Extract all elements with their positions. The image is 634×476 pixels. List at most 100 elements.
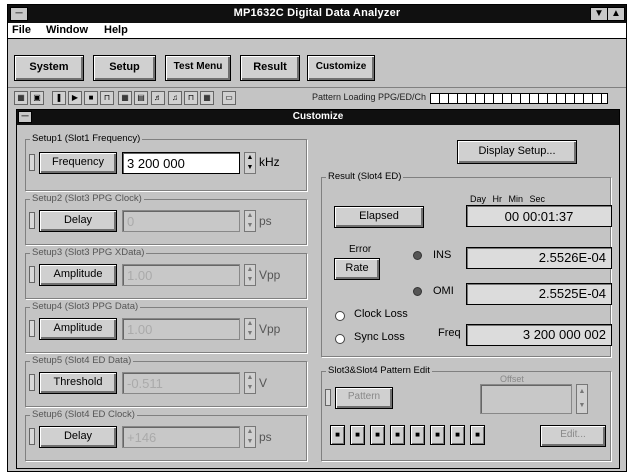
tab-system[interactable]: System xyxy=(14,55,84,81)
time-header: Day Hr Min Sec xyxy=(470,194,546,204)
clock-loss-label: Clock Loss xyxy=(354,308,408,320)
setup1-label: Setup1 (Slot1 Frequency) xyxy=(30,133,143,144)
speaker-icon[interactable]: ♬ xyxy=(151,91,165,105)
result-group: Result (Slot4 ED) Day Hr Min Sec Elapsed… xyxy=(321,171,612,357)
monitor-icon[interactable]: ▭ xyxy=(222,91,236,105)
customize-title-bar: ─ Customize xyxy=(17,110,619,125)
setup3-indicator xyxy=(29,266,35,283)
setup2-spinner[interactable]: ▲ ▼ xyxy=(244,210,256,232)
setup4-unit: Vpp xyxy=(259,322,281,336)
setup4-label: Setup4 (Slot3 PPG Data) xyxy=(30,301,141,312)
loading-progress-bar xyxy=(430,93,608,104)
setup5-value-field[interactable]: -0.511 xyxy=(122,372,240,394)
result-label: Result (Slot4 ED) xyxy=(326,171,404,182)
omi-led xyxy=(413,287,422,296)
setup2-label: Setup2 (Slot3 PPG Clock) xyxy=(30,193,144,204)
setup2-delay-button[interactable]: Delay xyxy=(39,210,117,232)
setup2-unit: ps xyxy=(259,214,272,228)
setup4-spinner[interactable]: ▲ ▼ xyxy=(244,318,256,340)
ins-led xyxy=(413,251,422,260)
clock-loss-indicator xyxy=(335,311,345,321)
pulse-icon[interactable]: ⊓ xyxy=(184,91,198,105)
tab-setup[interactable]: Setup xyxy=(93,55,156,81)
pattern-button[interactable]: Pattern xyxy=(335,387,393,409)
setup6-delay-button[interactable]: Delay xyxy=(39,426,117,448)
setup1-indicator xyxy=(29,154,35,171)
elapsed-button[interactable]: Elapsed xyxy=(334,206,424,228)
customize-title: Customize xyxy=(292,111,344,122)
display-setup-button[interactable]: Display Setup... xyxy=(457,140,577,164)
error-insert-icon[interactable]: ▦ xyxy=(118,91,132,105)
tab-test-menu[interactable]: Test Menu xyxy=(165,55,231,81)
setup5-label: Setup5 (Slot4 ED Data) xyxy=(30,355,134,366)
setup4-group: Setup4 (Slot3 PPG Data) Amplitude 1.00 ▲… xyxy=(25,301,307,353)
setup6-group: Setup6 (Slot4 ED Clock) Delay +146 ▲ ▼ ps xyxy=(25,409,307,461)
setup5-spinner[interactable]: ▲ ▼ xyxy=(244,372,256,394)
minimize-icon[interactable]: ▼ xyxy=(590,7,608,21)
edit-button[interactable]: Edit... xyxy=(540,425,606,447)
customize-window: ─ Customize Setup1 (Slot1 Frequency) Fre… xyxy=(16,109,620,469)
bit-toggle-3[interactable]: ■ xyxy=(370,425,385,445)
setup5-indicator xyxy=(29,374,35,391)
menu-file[interactable]: File xyxy=(12,24,31,36)
sync-loss-indicator xyxy=(335,334,345,344)
omi-label: OMI xyxy=(433,285,454,297)
setup3-amplitude-button[interactable]: Amplitude xyxy=(39,264,117,286)
ins-label: INS xyxy=(433,249,452,261)
play-icon[interactable]: ▶ xyxy=(68,91,82,105)
bit-toggle-7[interactable]: ■ xyxy=(450,425,465,445)
bit-toggle-6[interactable]: ■ xyxy=(430,425,445,445)
stop-icon[interactable]: ■ xyxy=(84,91,98,105)
setup3-value-field[interactable]: 1.00 xyxy=(122,264,240,286)
window-icon[interactable]: ▣ xyxy=(30,91,44,105)
elapsed-time-display: 00 00:01:37 xyxy=(466,205,612,227)
offset-field[interactable] xyxy=(480,384,572,414)
bit-toggle-4[interactable]: ■ xyxy=(390,425,405,445)
menu-window[interactable]: Window xyxy=(46,24,88,36)
ins-display: 2.5526E-04 xyxy=(466,247,612,269)
setup6-value-field[interactable]: +146 xyxy=(122,426,240,448)
maximize-icon[interactable]: ▲ xyxy=(607,7,625,21)
pattern-edit-label: Slot3&Slot4 Pattern Edit xyxy=(326,365,432,376)
setup6-indicator xyxy=(29,428,35,445)
bit-toggle-5[interactable]: ■ xyxy=(410,425,425,445)
setup6-spinner[interactable]: ▲ ▼ xyxy=(244,426,256,448)
chart-icon[interactable]: ▤ xyxy=(134,91,148,105)
setup1-group: Setup1 (Slot1 Frequency) Frequency 3 200… xyxy=(25,133,307,191)
bit-toggle-1[interactable]: ■ xyxy=(330,425,345,445)
tab-customize[interactable]: Customize xyxy=(307,55,375,81)
setup1-value-field[interactable]: 3 200 000 xyxy=(122,152,240,174)
grid-icon[interactable]: ▦ xyxy=(14,91,28,105)
setup5-group: Setup5 (Slot4 ED Data) Threshold -0.511 … xyxy=(25,355,307,407)
pattern-edit-group: Slot3&Slot4 Pattern Edit Offset Pattern … xyxy=(321,365,611,461)
setup4-value-field[interactable]: 1.00 xyxy=(122,318,240,340)
setup3-unit: Vpp xyxy=(259,268,281,282)
setup2-indicator xyxy=(29,212,35,229)
pause-icon[interactable]: ❚ xyxy=(52,91,66,105)
setup6-label: Setup6 (Slot4 ED Clock) xyxy=(30,409,137,420)
setup3-label: Setup3 (Slot3 PPG XData) xyxy=(30,247,147,258)
bit-toggle-2[interactable]: ■ xyxy=(350,425,365,445)
setup1-frequency-button[interactable]: Frequency xyxy=(39,152,117,174)
grid-small-icon[interactable]: ▦ xyxy=(200,91,214,105)
tab-result[interactable]: Result xyxy=(240,55,300,81)
pattern-indicator xyxy=(325,389,331,406)
window-title: MP1632C Digital Data Analyzer xyxy=(233,7,401,19)
window-title-bar: ─ MP1632C Digital Data Analyzer ▼ ▲ xyxy=(8,5,626,23)
setup5-threshold-button[interactable]: Threshold xyxy=(39,372,117,394)
sync-loss-label: Sync Loss xyxy=(354,331,405,343)
setup6-unit: ps xyxy=(259,430,272,444)
setup4-amplitude-button[interactable]: Amplitude xyxy=(39,318,117,340)
rate-button[interactable]: Rate xyxy=(334,258,380,280)
menu-help[interactable]: Help xyxy=(104,24,128,36)
clock-wave-icon[interactable]: ⊓ xyxy=(100,91,114,105)
setup3-spinner[interactable]: ▲ ▼ xyxy=(244,264,256,286)
bit-toggle-8[interactable]: ■ xyxy=(470,425,485,445)
speaker-off-icon[interactable]: ♫ xyxy=(168,91,182,105)
omi-display: 2.5525E-04 xyxy=(466,283,612,305)
setup2-value-field[interactable]: 0 xyxy=(122,210,240,232)
app-window: ─ MP1632C Digital Data Analyzer ▼ ▲ File… xyxy=(7,4,627,472)
offset-spinner[interactable]: ▲ ▼ xyxy=(576,384,588,414)
freq-display: 3 200 000 002 xyxy=(466,324,612,346)
setup1-spinner[interactable]: ▲ ▼ xyxy=(244,152,256,174)
